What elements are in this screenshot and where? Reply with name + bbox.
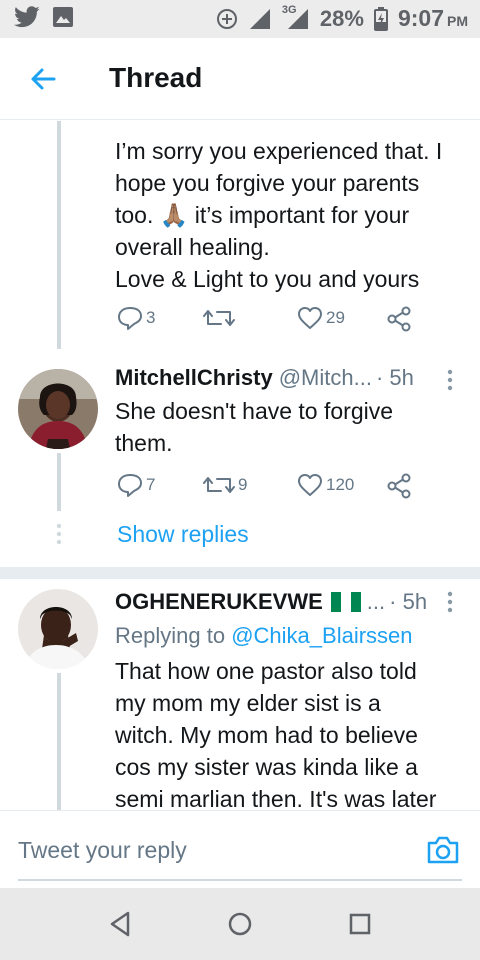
reply-input[interactable]: Tweet your reply bbox=[18, 837, 187, 864]
clock-time: 9:07 bbox=[397, 5, 444, 31]
tweet-text: I’m sorry you experienced that. I hope y… bbox=[115, 135, 465, 295]
tweet-line: I’m sorry you experienced that. I bbox=[115, 138, 443, 164]
reply-count: 3 bbox=[146, 308, 156, 327]
camera-icon[interactable] bbox=[426, 835, 460, 865]
tweet-line: hope you forgive your parents bbox=[115, 170, 420, 196]
avatar[interactable] bbox=[18, 369, 98, 449]
tweet-header: MitchellChristy @Mitch... · 5h bbox=[115, 365, 462, 391]
battery-percent: 28% bbox=[319, 5, 364, 31]
retweet-count: 9 bbox=[238, 475, 248, 494]
retweet-button[interactable]: 9 bbox=[203, 473, 247, 497]
display-name[interactable]: MitchellChristy bbox=[115, 365, 273, 391]
signal-3g-icon: 3G bbox=[282, 4, 310, 30]
replying-to: Replying to @Chika_Blairssen bbox=[115, 623, 413, 649]
thread-dots-icon bbox=[56, 523, 62, 545]
gallery-icon bbox=[53, 7, 73, 27]
heart-icon bbox=[298, 307, 322, 329]
share-button[interactable] bbox=[387, 473, 413, 499]
tweet-time: · 5h bbox=[389, 589, 428, 614]
tweet-text: That how one pastor also told my mom my … bbox=[115, 655, 465, 810]
nigeria-flag-icon bbox=[330, 592, 361, 612]
tweet-line: my mom my elder sist is a bbox=[115, 690, 381, 716]
data-saver-icon bbox=[216, 8, 237, 29]
tweet-line: too. 🙏🏽 it’s important for your bbox=[115, 202, 410, 228]
like-count: 29 bbox=[326, 308, 345, 327]
tweet-line: cos my sister was kinda like a bbox=[115, 754, 418, 780]
reply-button[interactable]: 3 bbox=[117, 306, 155, 330]
battery-charging-icon bbox=[373, 6, 388, 31]
status-bar: 3G 28% 9:07 PM bbox=[0, 0, 480, 38]
tweet-line: witch. My mom had to believe bbox=[115, 722, 418, 748]
like-button[interactable]: 120 bbox=[297, 473, 354, 497]
share-button[interactable] bbox=[387, 306, 413, 332]
retweet-icon bbox=[203, 310, 235, 326]
reply-bar: Tweet your reply bbox=[0, 810, 480, 888]
tweet-line: semi marlian then. It's was later bbox=[115, 786, 437, 810]
nav-recents-icon[interactable] bbox=[346, 910, 374, 938]
nav-back-icon[interactable] bbox=[106, 910, 134, 938]
replying-to-link[interactable]: @Chika_Blairssen bbox=[231, 623, 412, 648]
tweet-time: · 5h bbox=[375, 365, 414, 390]
more-options-icon[interactable] bbox=[446, 369, 454, 391]
thread-line bbox=[57, 121, 61, 349]
user-handle[interactable]: ... bbox=[367, 589, 385, 615]
show-replies-link[interactable]: Show replies bbox=[117, 521, 249, 548]
share-icon bbox=[387, 306, 411, 332]
display-name[interactable]: OGHENERUKEVWE bbox=[115, 589, 323, 615]
tweet-line: them. bbox=[115, 430, 173, 456]
section-divider bbox=[0, 567, 480, 579]
reply-icon bbox=[118, 307, 142, 330]
twitter-bird-icon bbox=[14, 6, 40, 28]
clock-ampm: PM bbox=[447, 13, 468, 29]
back-arrow-icon[interactable] bbox=[28, 64, 58, 94]
retweet-icon bbox=[203, 477, 235, 493]
tweet-line: overall healing. bbox=[115, 234, 270, 260]
tweet-text: She doesn't have to forgive them. bbox=[115, 395, 465, 459]
retweet-button[interactable] bbox=[203, 306, 238, 330]
page-title: Thread bbox=[109, 62, 203, 93]
share-icon bbox=[387, 473, 411, 499]
system-nav-bar bbox=[0, 888, 480, 960]
tweet-line: She doesn't have to forgive bbox=[115, 398, 394, 424]
replying-prefix: Replying to bbox=[115, 623, 226, 648]
thread-line bbox=[57, 673, 61, 810]
tweet-header: OGHENERUKEVWE ... · 5h bbox=[115, 589, 462, 615]
tweet-line: That how one pastor also told bbox=[115, 658, 417, 684]
avatar[interactable] bbox=[18, 589, 98, 669]
like-count: 120 bbox=[326, 475, 355, 494]
reply-button[interactable]: 7 bbox=[117, 473, 155, 497]
nav-home-icon[interactable] bbox=[226, 910, 254, 938]
heart-icon bbox=[298, 474, 322, 496]
tweet-line: Love & Light to you and yours bbox=[115, 266, 420, 292]
reply-count: 7 bbox=[146, 475, 156, 494]
signal-icon bbox=[249, 8, 270, 29]
reply-input-underline bbox=[18, 879, 462, 881]
thread-content[interactable]: I’m sorry you experienced that. I hope y… bbox=[0, 121, 480, 810]
more-options-icon[interactable] bbox=[446, 591, 454, 613]
like-button[interactable]: 29 bbox=[297, 306, 345, 330]
thread-line bbox=[57, 453, 61, 511]
user-handle[interactable]: @Mitch... bbox=[279, 365, 372, 391]
app-header: Thread bbox=[0, 38, 480, 120]
reply-icon bbox=[118, 474, 142, 497]
